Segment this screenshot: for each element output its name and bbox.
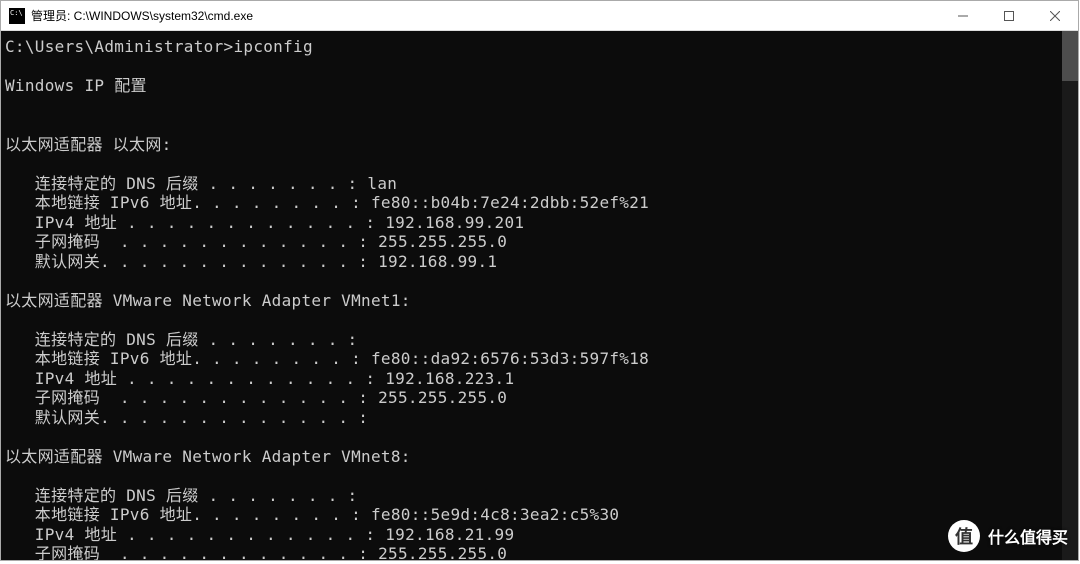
maximize-button[interactable]	[986, 1, 1032, 31]
watermark-icon: 值	[948, 520, 980, 552]
terminal-line	[5, 466, 1074, 486]
scrollbar-thumb[interactable]	[1062, 31, 1078, 81]
terminal-line: 默认网关. . . . . . . . . . . . . :	[5, 408, 1074, 428]
terminal-line: C:\Users\Administrator>ipconfig	[5, 37, 1074, 57]
terminal-line: 连接特定的 DNS 后缀 . . . . . . . : lan	[5, 174, 1074, 194]
watermark: 值 什么值得买	[948, 520, 1068, 552]
window-title: 管理员: C:\WINDOWS\system32\cmd.exe	[31, 7, 940, 24]
cmd-icon	[9, 8, 25, 24]
cmd-window: 管理员: C:\WINDOWS\system32\cmd.exe C:\User…	[0, 0, 1079, 561]
terminal-line	[5, 115, 1074, 135]
minimize-button[interactable]	[940, 1, 986, 31]
terminal-line: 子网掩码 . . . . . . . . . . . . : 255.255.2…	[5, 544, 1074, 560]
terminal-line: 本地链接 IPv6 地址. . . . . . . . : fe80::5e9d…	[5, 505, 1074, 525]
terminal-line: IPv4 地址 . . . . . . . . . . . . : 192.16…	[5, 213, 1074, 233]
terminal-line: 连接特定的 DNS 后缀 . . . . . . . :	[5, 486, 1074, 506]
terminal-line: IPv4 地址 . . . . . . . . . . . . : 192.16…	[5, 369, 1074, 389]
scrollbar[interactable]	[1062, 31, 1078, 560]
terminal-line: 以太网适配器 VMware Network Adapter VMnet1:	[5, 291, 1074, 311]
terminal-line: 本地链接 IPv6 地址. . . . . . . . : fe80::b04b…	[5, 193, 1074, 213]
terminal-line: 连接特定的 DNS 后缀 . . . . . . . :	[5, 330, 1074, 350]
terminal-line	[5, 96, 1074, 116]
terminal-line: 以太网适配器 VMware Network Adapter VMnet8:	[5, 447, 1074, 467]
watermark-text: 什么值得买	[988, 524, 1068, 548]
watermark-symbol: 值	[955, 523, 973, 549]
terminal-output[interactable]: C:\Users\Administrator>ipconfig Windows …	[1, 31, 1078, 560]
window-controls	[940, 1, 1078, 30]
terminal-line: 以太网适配器 以太网:	[5, 135, 1074, 155]
terminal-line: 子网掩码 . . . . . . . . . . . . : 255.255.2…	[5, 232, 1074, 252]
terminal-line: 子网掩码 . . . . . . . . . . . . : 255.255.2…	[5, 388, 1074, 408]
terminal-line	[5, 310, 1074, 330]
terminal-line	[5, 427, 1074, 447]
titlebar[interactable]: 管理员: C:\WINDOWS\system32\cmd.exe	[1, 1, 1078, 31]
terminal-line	[5, 271, 1074, 291]
terminal-line: 默认网关. . . . . . . . . . . . . : 192.168.…	[5, 252, 1074, 272]
close-button[interactable]	[1032, 1, 1078, 31]
terminal-line: Windows IP 配置	[5, 76, 1074, 96]
terminal-line	[5, 57, 1074, 77]
terminal-line	[5, 154, 1074, 174]
terminal-line: 本地链接 IPv6 地址. . . . . . . . : fe80::da92…	[5, 349, 1074, 369]
terminal-line: IPv4 地址 . . . . . . . . . . . . : 192.16…	[5, 525, 1074, 545]
